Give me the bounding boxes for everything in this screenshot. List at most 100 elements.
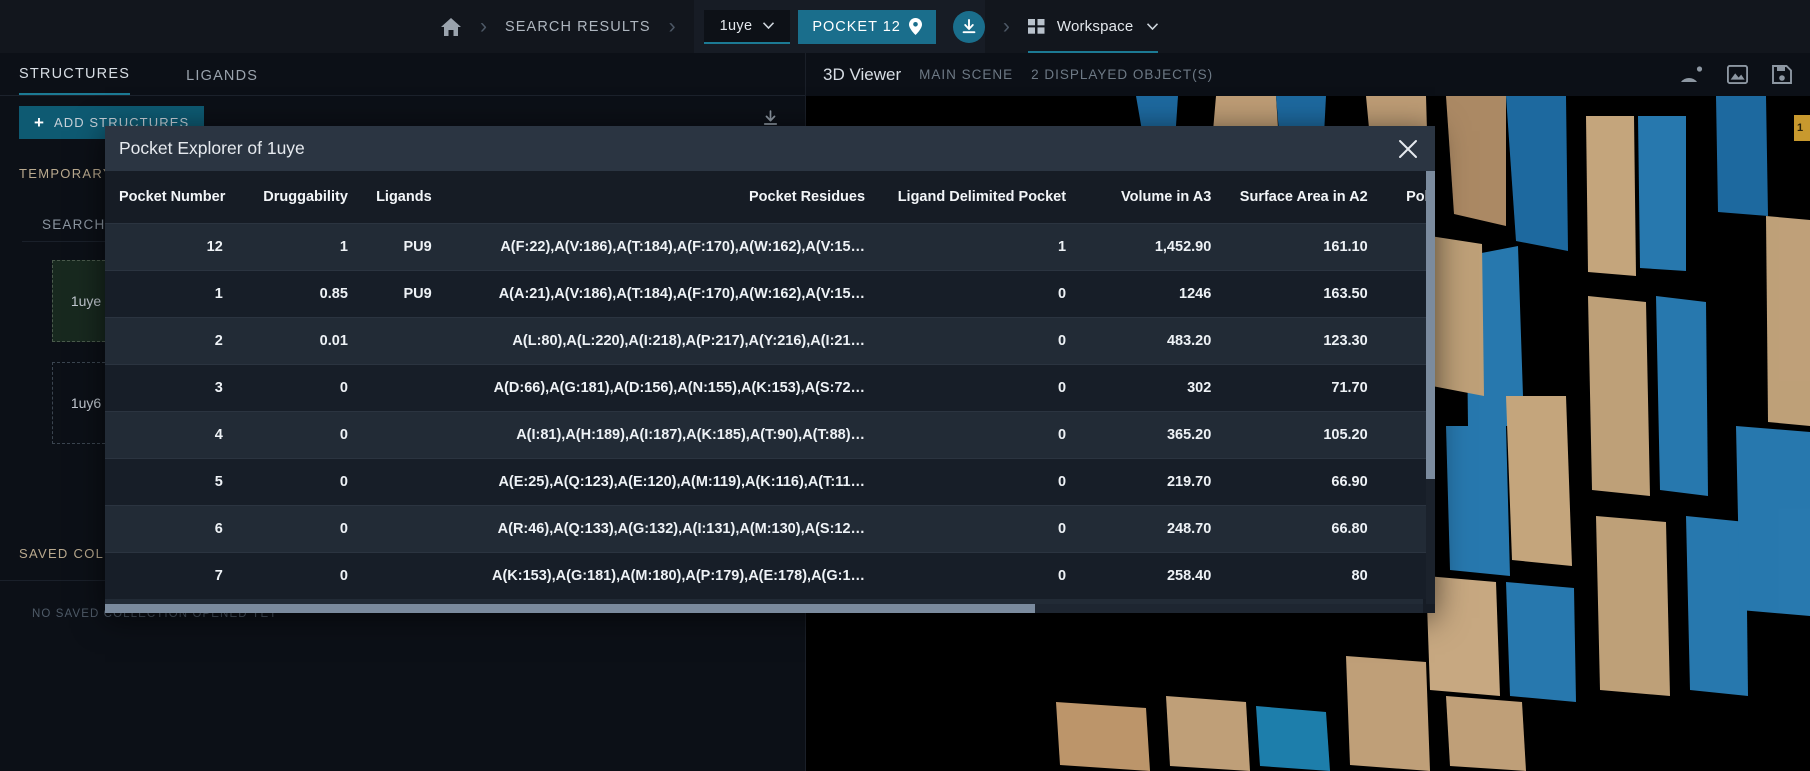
col-header-ligands[interactable]: Ligands (361, 171, 446, 223)
table-row[interactable]: 2 0.01 A(L:80),A(L:220),A(I:218),A(P:217… (105, 316, 1435, 364)
col-header-pocket-residues[interactable]: Pocket Residues (445, 171, 880, 223)
cell-ligands: PU9 (361, 222, 446, 270)
cell-druggability: 0 (236, 504, 362, 552)
home-icon[interactable] (440, 17, 462, 37)
cell-volume: 1246 (1080, 269, 1226, 317)
app-root: › SEARCH RESULTS › 1uye POCKET 12 › Work… (0, 0, 1810, 771)
download-icon (763, 110, 778, 125)
cell-ligand-delimited-pocket: 0 (879, 551, 1081, 599)
horizontal-scrollbar-thumb[interactable] (105, 604, 1035, 613)
close-icon[interactable] (1395, 136, 1421, 162)
cell-ligand-delimited-pocket: 0 (879, 363, 1081, 411)
viewer-side-badge[interactable]: 1 (1794, 115, 1810, 141)
viewer-icon-group (1680, 53, 1792, 96)
col-header-druggability[interactable]: Druggability (236, 171, 362, 223)
tab-structures[interactable]: STRUCTURES (19, 66, 131, 95)
cell-pocket-residues: A(K:153),A(G:181),A(M:180),A(P:179),A(E:… (445, 551, 880, 599)
download-pocket-button[interactable] (952, 10, 985, 43)
map-pin-icon (908, 18, 922, 35)
tab-ligands[interactable]: LIGANDS (186, 68, 258, 95)
image-icon[interactable] (1727, 65, 1748, 84)
cell-ligands: PU9 (361, 269, 446, 317)
cell-volume: 302 (1080, 363, 1226, 411)
viewer-header: 3D Viewer MAIN SCENE 2 DISPLAYED OBJECT(… (806, 53, 1810, 96)
cell-ligands (361, 504, 446, 552)
cell-pocket-number: 5 (105, 457, 237, 505)
table-row[interactable]: 7 0 A(K:153),A(G:181),A(M:180),A(P:179),… (105, 551, 1435, 599)
cell-pocket-residues: A(D:66),A(G:181),A(D:156),A(N:155),A(K:1… (445, 363, 880, 411)
cell-surface-area: 66.80 (1225, 504, 1382, 552)
cell-ligands (361, 316, 446, 364)
chevron-down-icon (763, 22, 775, 29)
breadcrumb-search-results[interactable]: SEARCH RESULTS (505, 19, 651, 35)
cell-druggability: 0 (236, 457, 362, 505)
breadcrumb-separator-1: › (480, 15, 487, 38)
table-row[interactable]: 6 0 A(R:46),A(Q:133),A(G:132),A(I:131),A… (105, 504, 1435, 552)
cell-druggability: 0.85 (236, 269, 362, 317)
pocket-table-scroll-area[interactable]: Pocket Number Druggability Ligands Pocke… (105, 171, 1435, 613)
cell-ligand-delimited-pocket: 0 (879, 316, 1081, 364)
workspace-label: Workspace (1056, 18, 1134, 35)
cell-druggability: 0 (236, 363, 362, 411)
cell-volume: 219.70 (1080, 457, 1226, 505)
horizontal-scrollbar-track[interactable] (105, 604, 1423, 613)
table-header-row: Pocket Number Druggability Ligands Pocke… (105, 171, 1435, 223)
dialog-header: Pocket Explorer of 1uye (105, 126, 1435, 171)
cell-ligands (361, 457, 446, 505)
cell-ligands (361, 551, 446, 599)
cell-ligand-delimited-pocket: 0 (879, 504, 1081, 552)
grid-icon (1027, 19, 1045, 34)
vertical-scrollbar-thumb[interactable] (1426, 171, 1435, 479)
cell-surface-area: 123.30 (1225, 316, 1382, 364)
cell-ligands (361, 363, 446, 411)
plus-icon: + (34, 113, 44, 132)
structure-pocket-segment: 1uye POCKET 12 (693, 0, 985, 53)
cell-surface-area: 80 (1225, 551, 1382, 599)
table-row[interactable]: 5 0 A(E:25),A(Q:123),A(E:120),A(M:119),A… (105, 457, 1435, 505)
pocket-table-body: 1 2 1 PU9 A(F:22),A(V:186),A(T:184),A(F:1… (105, 222, 1435, 599)
cell-surface-area: 66.90 (1225, 457, 1382, 505)
cell-pocket-residues: A(A:21),A(V:186),A(T:184),A(F:170),A(W:1… (445, 269, 880, 317)
cell-ligand-delimited-pocket: 1 (879, 222, 1081, 270)
col-header-volume[interactable]: Volume in A3 (1080, 171, 1226, 223)
viewer-title: 3D Viewer (823, 64, 902, 84)
structure-selector-dropdown[interactable]: 1uye (703, 9, 791, 44)
pocket-table: Pocket Number Druggability Ligands Pocke… (105, 171, 1435, 599)
pocket-badge-label: POCKET 12 (812, 18, 901, 35)
cell-volume: 1,452.90 (1080, 222, 1226, 270)
cell-ligand-delimited-pocket: 0 (879, 269, 1081, 317)
pocket-badge-button[interactable]: POCKET 12 (798, 9, 936, 44)
cell-pocket-number: 7 (105, 551, 237, 599)
workspace-selector[interactable]: Workspace (1027, 0, 1159, 53)
cell-surface-area: 71.70 (1225, 363, 1382, 411)
cell-surface-area: 163.50 (1225, 269, 1382, 317)
col-header-pocket-number[interactable]: Pocket Number (105, 171, 237, 223)
col-header-surface-area[interactable]: Surface Area in A2 (1225, 171, 1382, 223)
cell-pocket-residues: A(I:81),A(H:189),A(I:187),A(K:185),A(T:9… (445, 410, 880, 458)
table-row[interactable]: 1 0.85 PU9 A(A:21),A(V:186),A(T:184),A(F… (105, 269, 1435, 317)
table-row[interactable]: 4 0 A(I:81),A(H:189),A(I:187),A(K:185),A… (105, 410, 1435, 458)
viewer-scene-label[interactable]: MAIN SCENE (919, 67, 1013, 82)
vertical-scrollbar-track[interactable] (1426, 171, 1435, 604)
breadcrumb-separator-3: › (1002, 15, 1010, 38)
col-header-ligand-delimited-pocket[interactable]: Ligand Delimited Pocket (879, 171, 1081, 223)
workspace-chevron-down-icon (1147, 23, 1159, 30)
save-icon[interactable] (1772, 65, 1792, 84)
cell-pocket-residues: A(E:25),A(Q:123),A(E:120),A(M:119),A(K:1… (445, 457, 880, 505)
cell-pocket-number: 6 (105, 504, 237, 552)
table-row[interactable]: 12 1 PU9 A(F:22),A(V:186),A(T:184),A(F:1… (105, 222, 1435, 270)
cell-druggability: 0 (236, 551, 362, 599)
measure-arc-icon[interactable] (1680, 65, 1703, 84)
dialog-title: Pocket Explorer of 1uye (119, 138, 305, 158)
cell-druggability: 0.01 (236, 316, 362, 364)
cell-druggability: 0 (236, 410, 362, 458)
panel-tabs: STRUCTURES LIGANDS (0, 53, 805, 96)
cell-pocket-residues: A(F:22),A(V:186),A(T:184),A(F:170),A(W:1… (445, 222, 880, 270)
structure-selector-value: 1uye (719, 17, 753, 34)
cell-druggability: 1 (236, 222, 362, 270)
cell-pocket-number: 2 (105, 316, 237, 364)
table-row[interactable]: 3 0 A(D:66),A(G:181),A(D:156),A(N:155),A… (105, 363, 1435, 411)
viewer-displayed-objects[interactable]: 2 DISPLAYED OBJECT(S) (1031, 67, 1213, 82)
pocket-table-header: Pocket Number Druggability Ligands Pocke… (105, 171, 1435, 223)
cell-surface-area: 105.20 (1225, 410, 1382, 458)
